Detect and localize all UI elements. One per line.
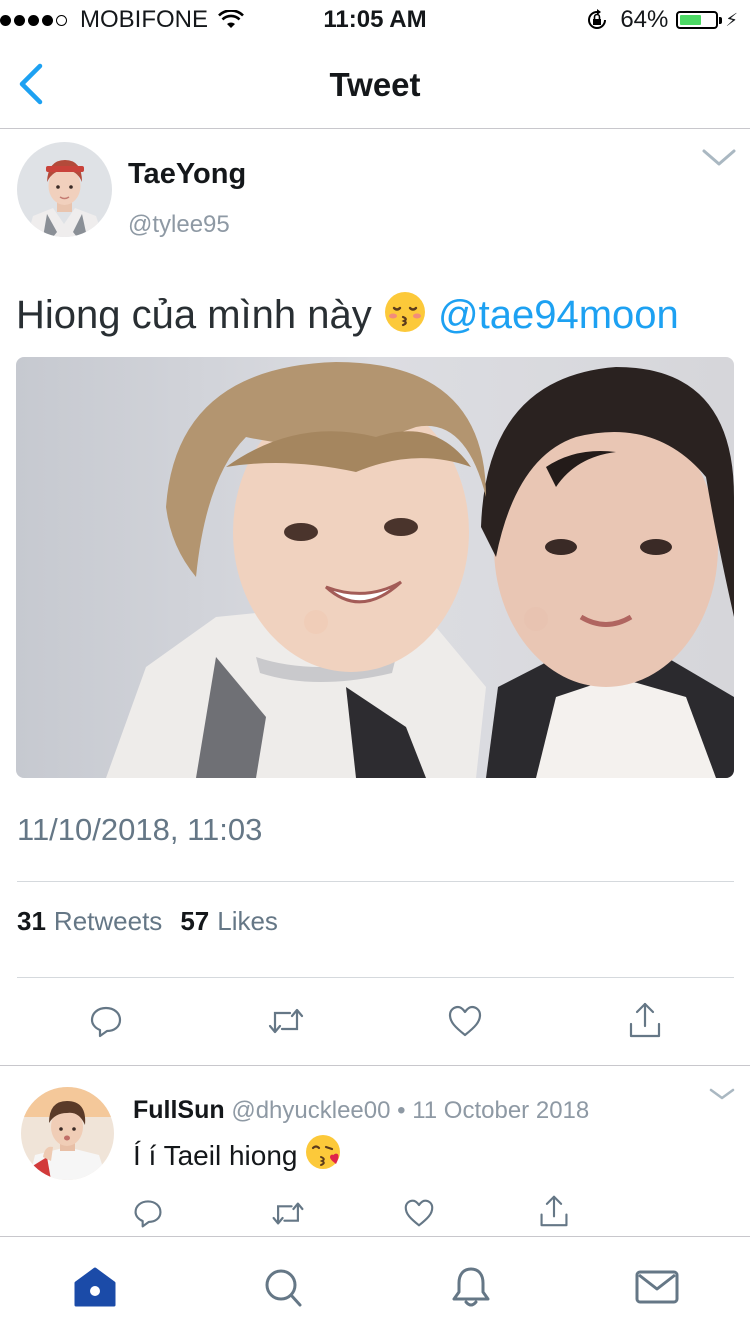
reply-author-handle[interactable]: @dhyucklee00 bbox=[231, 1097, 390, 1124]
reply-author-name[interactable]: FullSun bbox=[133, 1096, 225, 1124]
tab-messages[interactable] bbox=[632, 1265, 682, 1309]
author-handle[interactable]: @tylee95 bbox=[128, 211, 230, 239]
author-avatar[interactable] bbox=[17, 142, 112, 237]
tweet-stats: 31 Retweets 57 Likes bbox=[17, 906, 296, 937]
reply-icon bbox=[90, 1006, 122, 1038]
mention-link[interactable]: @tae94moon bbox=[438, 293, 679, 337]
page-title: Tweet bbox=[329, 66, 421, 103]
reply-text: Í í Taeil hiong bbox=[133, 1133, 343, 1178]
tab-notifications[interactable] bbox=[446, 1265, 496, 1309]
tab-bar bbox=[0, 1236, 750, 1335]
divider bbox=[17, 977, 734, 978]
reply-retweet-button[interactable] bbox=[270, 1199, 306, 1228]
heart-icon bbox=[448, 1005, 482, 1037]
reply-like-button[interactable] bbox=[403, 1198, 435, 1228]
battery-icon bbox=[676, 11, 719, 29]
reply-body: Í í Taeil hiong bbox=[133, 1140, 298, 1171]
retweet-icon bbox=[272, 1202, 304, 1225]
charging-icon: ⚡ bbox=[725, 9, 738, 30]
share-icon bbox=[540, 1195, 568, 1227]
nav-bar: Tweet bbox=[0, 40, 750, 129]
divider bbox=[0, 1065, 750, 1066]
reply-date: 11 October 2018 bbox=[412, 1097, 590, 1124]
tweet-text: Hiong của mình này @tae94moon bbox=[16, 290, 679, 344]
orientation-lock-icon bbox=[588, 9, 607, 29]
status-right: 64% ⚡ bbox=[586, 6, 738, 34]
home-icon bbox=[74, 1267, 116, 1307]
bell-icon bbox=[452, 1267, 490, 1307]
tweet-body: Hiong của mình này bbox=[16, 293, 372, 337]
status-bar: MOBIFONE 11:05 AM 64% ⚡ bbox=[0, 0, 750, 40]
divider bbox=[17, 881, 734, 882]
share-icon bbox=[629, 1002, 661, 1038]
likes-link[interactable]: Likes bbox=[217, 906, 278, 937]
reply-icon bbox=[134, 1200, 162, 1228]
retweet-icon bbox=[268, 1008, 304, 1034]
retweet-button[interactable] bbox=[266, 1005, 306, 1037]
reply-share-button[interactable] bbox=[538, 1193, 570, 1229]
kissing-face-icon bbox=[383, 290, 427, 344]
reply-author-avatar[interactable] bbox=[21, 1087, 114, 1180]
battery-cap bbox=[719, 16, 723, 24]
tab-home[interactable] bbox=[70, 1265, 120, 1309]
battery-percent: 64% bbox=[620, 6, 669, 33]
tab-search[interactable] bbox=[258, 1265, 308, 1309]
like-count: 57 bbox=[180, 906, 210, 936]
tweet-timestamp: 11/10/2018, 11:03 bbox=[17, 812, 263, 847]
chevron-down-icon bbox=[709, 1088, 735, 1100]
heart-icon bbox=[404, 1199, 434, 1227]
retweets-link[interactable]: Retweets bbox=[54, 906, 162, 937]
like-button[interactable] bbox=[447, 1004, 483, 1038]
chevron-down-icon bbox=[702, 149, 736, 166]
share-button[interactable] bbox=[627, 1000, 663, 1040]
tweet-photo[interactable] bbox=[16, 357, 734, 778]
reply-menu-button[interactable] bbox=[708, 1086, 736, 1102]
author-name[interactable]: TaeYong bbox=[128, 158, 246, 191]
search-icon bbox=[265, 1269, 302, 1307]
envelope-icon bbox=[635, 1270, 679, 1304]
separator-dot: • bbox=[397, 1097, 406, 1124]
tweet-menu-button[interactable] bbox=[700, 146, 738, 170]
reply-header: FullSun @dhyucklee00 • 11 October 2018 bbox=[133, 1096, 589, 1125]
face-blowing-kiss-icon bbox=[305, 1133, 343, 1178]
retweet-count: 31 bbox=[17, 906, 46, 936]
reply-button[interactable] bbox=[88, 1003, 124, 1039]
reply-reply-button[interactable] bbox=[132, 1197, 164, 1229]
